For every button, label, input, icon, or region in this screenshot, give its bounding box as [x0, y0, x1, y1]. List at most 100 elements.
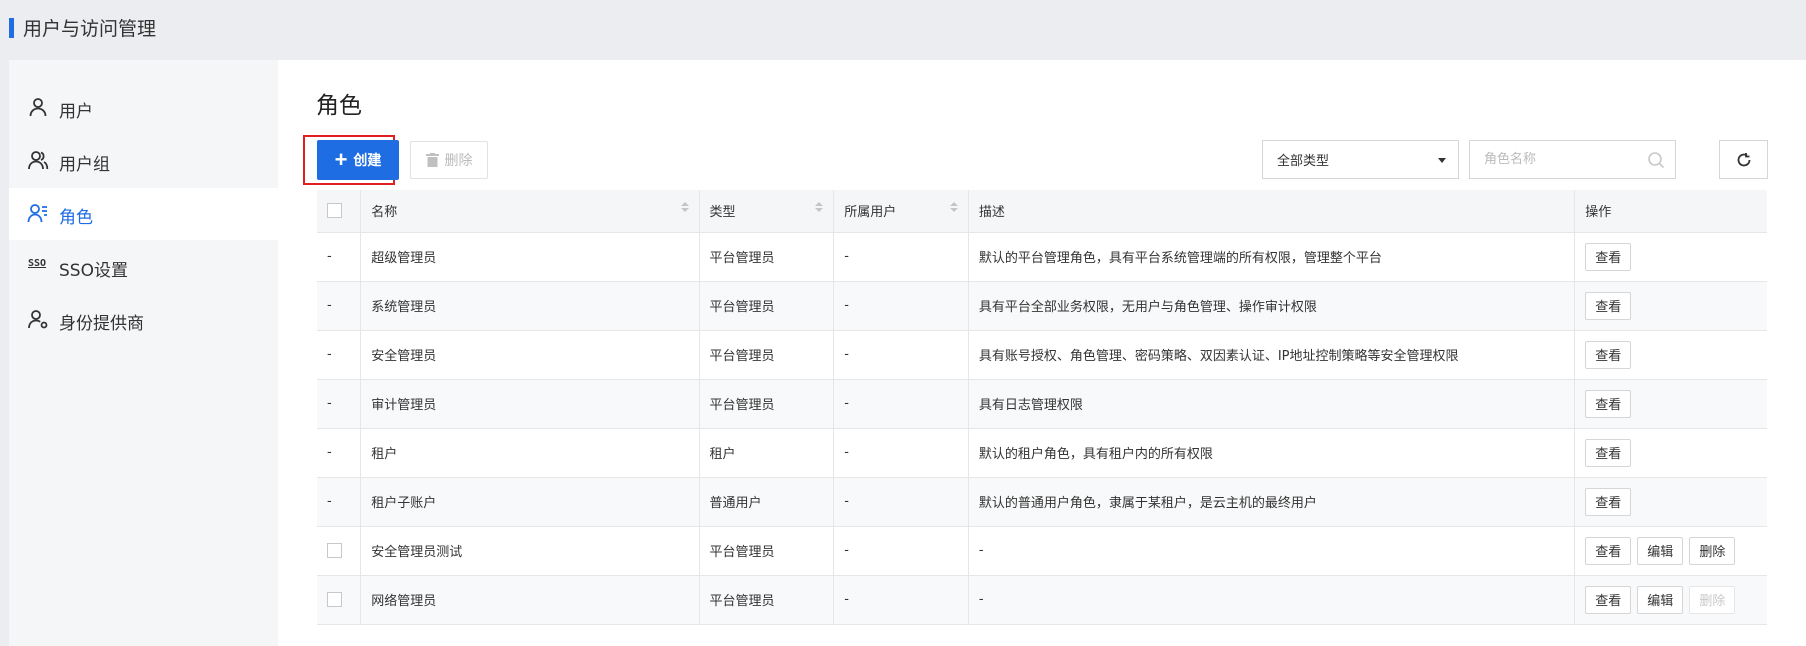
- row-select-placeholder: -: [317, 330, 361, 380]
- table-header-row: 名称 类型 所属用户 描述 操作: [317, 190, 1767, 233]
- edit-button[interactable]: 编辑: [1637, 585, 1684, 614]
- select-all-checkbox[interactable]: [327, 203, 342, 219]
- column-header-owner[interactable]: 所属用户: [833, 190, 969, 233]
- row-select-cell: [317, 526, 361, 576]
- delete-row-button-disabled: 删除: [1689, 585, 1736, 614]
- delete-row-button[interactable]: 删除: [1689, 536, 1736, 565]
- plus-icon: +: [334, 147, 348, 172]
- page-header-title: 用户与访问管理: [23, 18, 157, 40]
- row-select-cell: [317, 575, 361, 625]
- sidebar-item-users[interactable]: 用户: [9, 82, 278, 134]
- view-button[interactable]: 查看: [1585, 389, 1632, 418]
- view-button[interactable]: 查看: [1585, 340, 1632, 369]
- column-header-label: 所属用户: [844, 205, 897, 221]
- row-actions-cell: 查看: [1574, 330, 1767, 380]
- role-description-cell: -: [967, 526, 1575, 576]
- role-type-cell: 平台管理员: [698, 232, 834, 282]
- main-panel: 角色 + 创建 删除 全部类型 名称 类型 所属用户 描述 操作: [278, 60, 1806, 646]
- row-actions-cell: 查看: [1574, 232, 1767, 282]
- user-group-icon: [28, 151, 49, 170]
- role-description-cell: 具有账号授权、角色管理、密码策略、双因素认证、IP地址控制策略等安全管理权限: [967, 330, 1575, 380]
- row-actions-cell: 查看 编辑 删除: [1574, 575, 1767, 625]
- create-button-label: 创建: [353, 152, 382, 168]
- edit-button[interactable]: 编辑: [1637, 536, 1684, 565]
- role-name-cell: 审计管理员: [360, 379, 700, 429]
- role-type-cell: 租户: [698, 428, 834, 478]
- search-icon[interactable]: [1647, 151, 1665, 169]
- user-icon: [29, 98, 47, 117]
- column-header-name[interactable]: 名称: [360, 190, 700, 233]
- role-owner-cell: -: [833, 232, 969, 282]
- role-type-cell: 平台管理员: [698, 281, 834, 331]
- row-actions-cell: 查看: [1574, 477, 1767, 527]
- caret-down-icon: [1438, 158, 1446, 163]
- trash-icon: [425, 153, 439, 167]
- page-title: 角色: [316, 93, 362, 119]
- view-button[interactable]: 查看: [1585, 242, 1632, 271]
- top-bar: 用户与访问管理: [0, 0, 1806, 60]
- role-name-cell: 租户子账户: [360, 477, 700, 527]
- view-button[interactable]: 查看: [1585, 585, 1632, 614]
- role-icon: [27, 204, 47, 223]
- sidebar-item-sso-settings[interactable]: SSO SSO设置: [9, 241, 278, 293]
- role-type-cell: 平台管理员: [698, 526, 834, 576]
- row-select-placeholder: -: [317, 477, 361, 527]
- sidebar-item-label: 角色: [59, 208, 93, 228]
- role-description-cell: 默认的租户角色，具有租户内的所有权限: [967, 428, 1575, 478]
- role-description-cell: 默认的平台管理角色，具有平台系统管理端的所有权限，管理整个平台: [967, 232, 1575, 282]
- column-header-actions: 操作: [1574, 190, 1767, 233]
- row-select-placeholder: -: [317, 281, 361, 331]
- view-button[interactable]: 查看: [1585, 536, 1632, 565]
- sidebar-item-label: 用户: [59, 102, 93, 122]
- role-name-cell: 租户: [360, 428, 700, 478]
- row-select-placeholder: -: [317, 428, 361, 478]
- sidebar-item-label: SSO设置: [59, 261, 128, 281]
- row-actions-cell: 查看: [1574, 379, 1767, 429]
- role-type-cell: 平台管理员: [698, 330, 834, 380]
- role-name-cell: 网络管理员: [360, 575, 700, 625]
- row-select-placeholder: -: [317, 232, 361, 282]
- roles-table: 名称 类型 所属用户 描述 操作 - 超级管理员 平台管理员 - 默认的平台管理…: [317, 190, 1767, 625]
- refresh-button[interactable]: [1719, 140, 1768, 179]
- sort-icon[interactable]: [949, 202, 958, 213]
- role-owner-cell: -: [833, 575, 969, 625]
- refresh-icon: [1737, 152, 1750, 166]
- type-filter-value: 全部类型: [1277, 154, 1330, 169]
- row-select-placeholder: -: [317, 379, 361, 429]
- role-description-cell: 具有平台全部业务权限，无用户与角色管理、操作审计权限: [967, 281, 1575, 331]
- view-button[interactable]: 查看: [1585, 291, 1632, 320]
- table-row: 安全管理员测试 平台管理员 - - 查看 编辑 删除: [317, 526, 1767, 576]
- sidebar-item-user-groups[interactable]: 用户组: [9, 135, 278, 187]
- sidebar-item-label: 身份提供商: [59, 314, 144, 334]
- sort-icon[interactable]: [815, 202, 824, 213]
- table-row: 网络管理员 平台管理员 - - 查看 编辑 删除: [317, 575, 1767, 625]
- delete-button[interactable]: 删除: [410, 141, 488, 179]
- sidebar-item-identity-providers[interactable]: 身份提供商: [9, 294, 278, 346]
- role-owner-cell: -: [833, 281, 969, 331]
- column-header-label: 操作: [1585, 205, 1612, 221]
- role-name-cell: 安全管理员测试: [360, 526, 700, 576]
- sidebar-item-label: 用户组: [59, 155, 110, 175]
- role-name-cell: 超级管理员: [360, 232, 700, 282]
- type-filter-select[interactable]: 全部类型: [1262, 140, 1459, 179]
- create-button[interactable]: + 创建: [317, 140, 399, 180]
- role-name-cell: 安全管理员: [360, 330, 700, 380]
- view-button[interactable]: 查看: [1585, 487, 1632, 516]
- view-button[interactable]: 查看: [1585, 438, 1632, 467]
- role-name-search-input[interactable]: [1470, 141, 1630, 178]
- row-actions-cell: 查看 编辑 删除: [1574, 526, 1767, 576]
- row-checkbox[interactable]: [327, 592, 342, 607]
- role-type-cell: 平台管理员: [698, 575, 834, 625]
- row-checkbox[interactable]: [327, 543, 342, 558]
- role-type-cell: 平台管理员: [698, 379, 834, 429]
- column-header-label: 名称: [371, 205, 398, 221]
- table-row: - 系统管理员 平台管理员 - 具有平台全部业务权限，无用户与角色管理、操作审计…: [317, 281, 1767, 331]
- sort-icon[interactable]: [680, 202, 689, 213]
- column-header-type[interactable]: 类型: [698, 190, 834, 233]
- row-actions-cell: 查看: [1574, 428, 1767, 478]
- column-header-description: 描述: [967, 190, 1575, 233]
- sidebar-item-roles[interactable]: 角色: [9, 188, 278, 240]
- table-row: - 超级管理员 平台管理员 - 默认的平台管理角色，具有平台系统管理端的所有权限…: [317, 232, 1767, 282]
- table-row: - 审计管理员 平台管理员 - 具有日志管理权限 查看: [317, 379, 1767, 429]
- title-accent-bar: [9, 18, 14, 38]
